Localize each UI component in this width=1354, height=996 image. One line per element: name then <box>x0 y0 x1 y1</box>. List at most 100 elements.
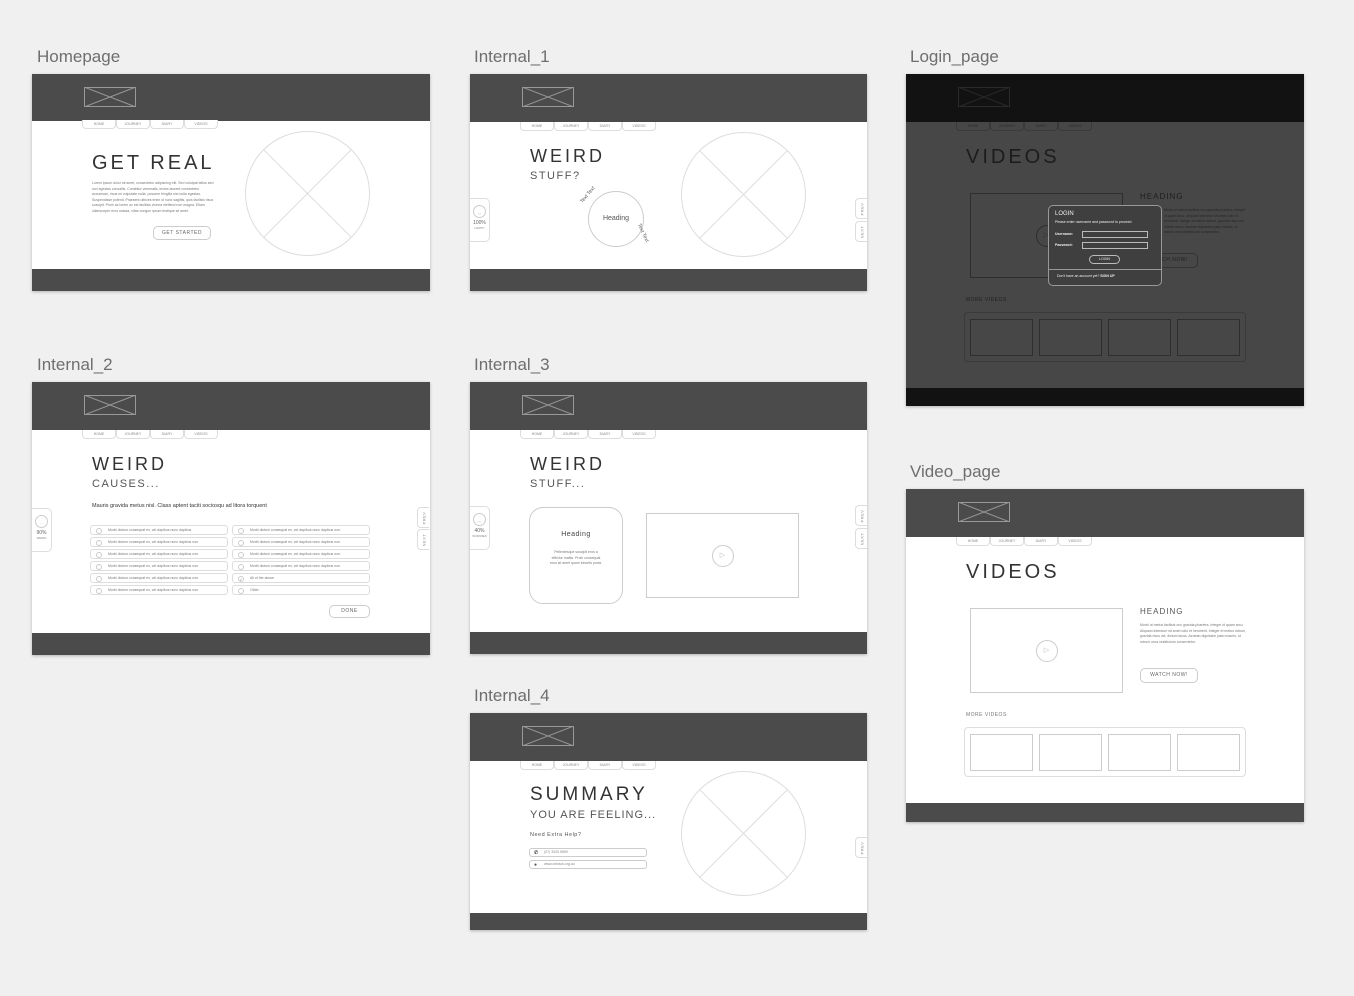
nav-tab-diary[interactable]: DIARY <box>1024 122 1058 131</box>
video-thumbnail[interactable] <box>970 734 1033 771</box>
video-thumbnail[interactable] <box>1177 734 1240 771</box>
video-thumbnail[interactable] <box>1039 734 1102 771</box>
video-player[interactable]: ▷ <box>646 513 799 598</box>
answer-option[interactable]: Morbi dictum consequat ex, vel dapibus n… <box>90 537 228 547</box>
nav-tab-videos[interactable]: VIDEOS <box>622 122 656 131</box>
video-thumbnail[interactable] <box>1108 319 1171 356</box>
answer-option[interactable]: Morbi dictum consequat ex, vel dapibus n… <box>90 549 228 559</box>
next-button[interactable]: NEXT <box>855 221 867 242</box>
nav-tab-videos[interactable]: VIDEOS <box>1058 537 1092 546</box>
next-button[interactable]: NEXT <box>855 528 867 549</box>
nav-tab-videos[interactable]: VIDEOS <box>184 430 218 439</box>
nav-tab-journey[interactable]: JOURNEY <box>116 430 150 439</box>
prev-button[interactable]: PREV <box>855 198 867 219</box>
nav-tab-diary[interactable]: DIARY <box>588 430 622 439</box>
video-thumbnail[interactable] <box>1177 319 1240 356</box>
radio-icon[interactable] <box>238 551 244 558</box>
radio-icon[interactable] <box>96 587 102 594</box>
watch-now-button[interactable]: WATCH NOW! <box>1140 668 1198 683</box>
radio-icon[interactable] <box>96 575 102 582</box>
nav-tab-journey[interactable]: JOURNEY <box>116 120 150 129</box>
nav-tab-videos[interactable]: VIDEOS <box>622 761 656 770</box>
answer-text: Other <box>250 588 259 592</box>
get-started-button[interactable]: GET STARTED <box>153 226 211 240</box>
nav-tab-videos[interactable]: VIDEOS <box>622 430 656 439</box>
image-placeholder-icon <box>245 131 370 256</box>
answer-option[interactable]: Morbi dictum consequat ex, vel dapibus n… <box>90 525 228 535</box>
login-button[interactable]: LOGIN <box>1089 255 1120 264</box>
radio-icon[interactable] <box>96 563 102 570</box>
website-field[interactable]: ● www.ontrack.org.au <box>529 860 647 869</box>
nav-tab-diary[interactable]: DIARY <box>588 122 622 131</box>
radio-icon[interactable] <box>238 587 244 594</box>
done-button[interactable]: DONE <box>329 605 370 618</box>
play-icon[interactable]: ▷ <box>1035 639 1058 662</box>
nav-tab-home[interactable]: HOME <box>520 122 554 131</box>
video-thumbnail[interactable] <box>970 319 1033 356</box>
nav-tab-home[interactable]: HOME <box>82 430 116 439</box>
more-videos-row <box>964 312 1246 362</box>
answer-text: Morbi dictum consequat ex, vel dapibus n… <box>250 540 341 544</box>
answer-text: Morbi dictum consequat ex, vel dapibus n… <box>108 540 199 544</box>
answer-option[interactable]: Other <box>232 585 370 595</box>
nav-bar: HOME JOURNEY DIARY VIDEOS <box>82 120 218 129</box>
next-button[interactable]: NEXT <box>417 529 429 550</box>
image-placeholder-icon <box>681 771 806 896</box>
play-icon[interactable]: ▷ <box>711 544 734 567</box>
signup-link[interactable]: SIGN UP <box>1100 274 1114 278</box>
nav-tab-home[interactable]: HOME <box>520 761 554 770</box>
answer-text: Morbi dictum consequat ex, vel dapibus n… <box>108 588 199 592</box>
prev-button[interactable]: PREV <box>855 837 867 858</box>
logo-placeholder-icon <box>522 395 574 415</box>
mood-indicator[interactable]: ︵ 40% WORRIED <box>470 506 490 550</box>
nav-tab-diary[interactable]: DIARY <box>150 430 184 439</box>
answer-option[interactable]: Morbi dictum consequat ex, vel dapibus n… <box>232 537 370 547</box>
radio-icon[interactable] <box>238 527 244 534</box>
nav-tab-journey[interactable]: JOURNEY <box>554 122 588 131</box>
video-thumbnail[interactable] <box>1039 319 1102 356</box>
nav-tab-diary[interactable]: DIARY <box>150 120 184 129</box>
answer-option[interactable]: Morbi dictum consequat ex, vel dapibus n… <box>90 573 228 583</box>
nav-tab-home[interactable]: HOME <box>82 120 116 129</box>
nav-bar: HOME JOURNEY DIARY VIDEOS <box>956 122 1092 131</box>
signup-prompt: Don't have an account yet? <box>1057 274 1100 278</box>
nav-tab-videos[interactable]: VIDEOS <box>184 120 218 129</box>
nav-tab-diary[interactable]: DIARY <box>1024 537 1058 546</box>
prev-button[interactable]: PREV <box>855 505 867 526</box>
video-player[interactable]: ▷ <box>970 608 1123 693</box>
answer-option[interactable]: Morbi dictum consequat ex, vel dapibus n… <box>90 585 228 595</box>
password-input[interactable] <box>1082 242 1148 249</box>
prev-button[interactable]: PREV <box>417 507 429 528</box>
checked-radio-icon[interactable]: ✓ <box>238 575 244 582</box>
nav-tab-home[interactable]: HOME <box>956 122 990 131</box>
mood-indicator[interactable]: … 90% WEIRD <box>32 508 52 552</box>
nav-tab-videos[interactable]: VIDEOS <box>1058 122 1092 131</box>
answer-text: Morbi dictum consequat ex, vel dapibus n… <box>250 528 341 532</box>
answer-option[interactable]: Morbi dictum consequat ex, vel dapibus n… <box>90 561 228 571</box>
answer-option[interactable]: ✓ All of the above <box>232 573 370 583</box>
nav-tab-home[interactable]: HOME <box>956 537 990 546</box>
nav-tab-journey[interactable]: JOURNEY <box>990 122 1024 131</box>
answer-option[interactable]: Morbi dictum consequat ex, vel dapibus n… <box>232 549 370 559</box>
radio-icon[interactable] <box>96 527 102 534</box>
mood-indicator[interactable]: ◡ 100% HAPPY <box>470 198 490 242</box>
username-input[interactable] <box>1082 231 1148 238</box>
page-title: SUMMARY <box>530 784 648 805</box>
video-thumbnail[interactable] <box>1108 734 1171 771</box>
radio-icon[interactable] <box>238 563 244 570</box>
footer-bar <box>470 269 867 291</box>
nav-tab-journey[interactable]: JOURNEY <box>990 537 1024 546</box>
nav-tab-journey[interactable]: JOURNEY <box>554 761 588 770</box>
page-subtitle: STUFF... <box>530 478 586 490</box>
answer-option[interactable]: Morbi dictum consequat ex, vel dapibus n… <box>232 561 370 571</box>
radio-icon[interactable] <box>96 539 102 546</box>
nav-tab-home[interactable]: HOME <box>520 430 554 439</box>
radio-icon[interactable] <box>96 551 102 558</box>
frame-label-login-page: Login_page <box>910 47 999 66</box>
nav-tab-diary[interactable]: DIARY <box>588 761 622 770</box>
answer-option[interactable]: Morbi dictum consequat ex, vel dapibus n… <box>232 525 370 535</box>
nav-tab-journey[interactable]: JOURNEY <box>554 430 588 439</box>
phone-field[interactable]: ✆ (07) 3325 5559 <box>529 848 647 857</box>
login-title: LOGIN <box>1055 211 1074 217</box>
radio-icon[interactable] <box>238 539 244 546</box>
